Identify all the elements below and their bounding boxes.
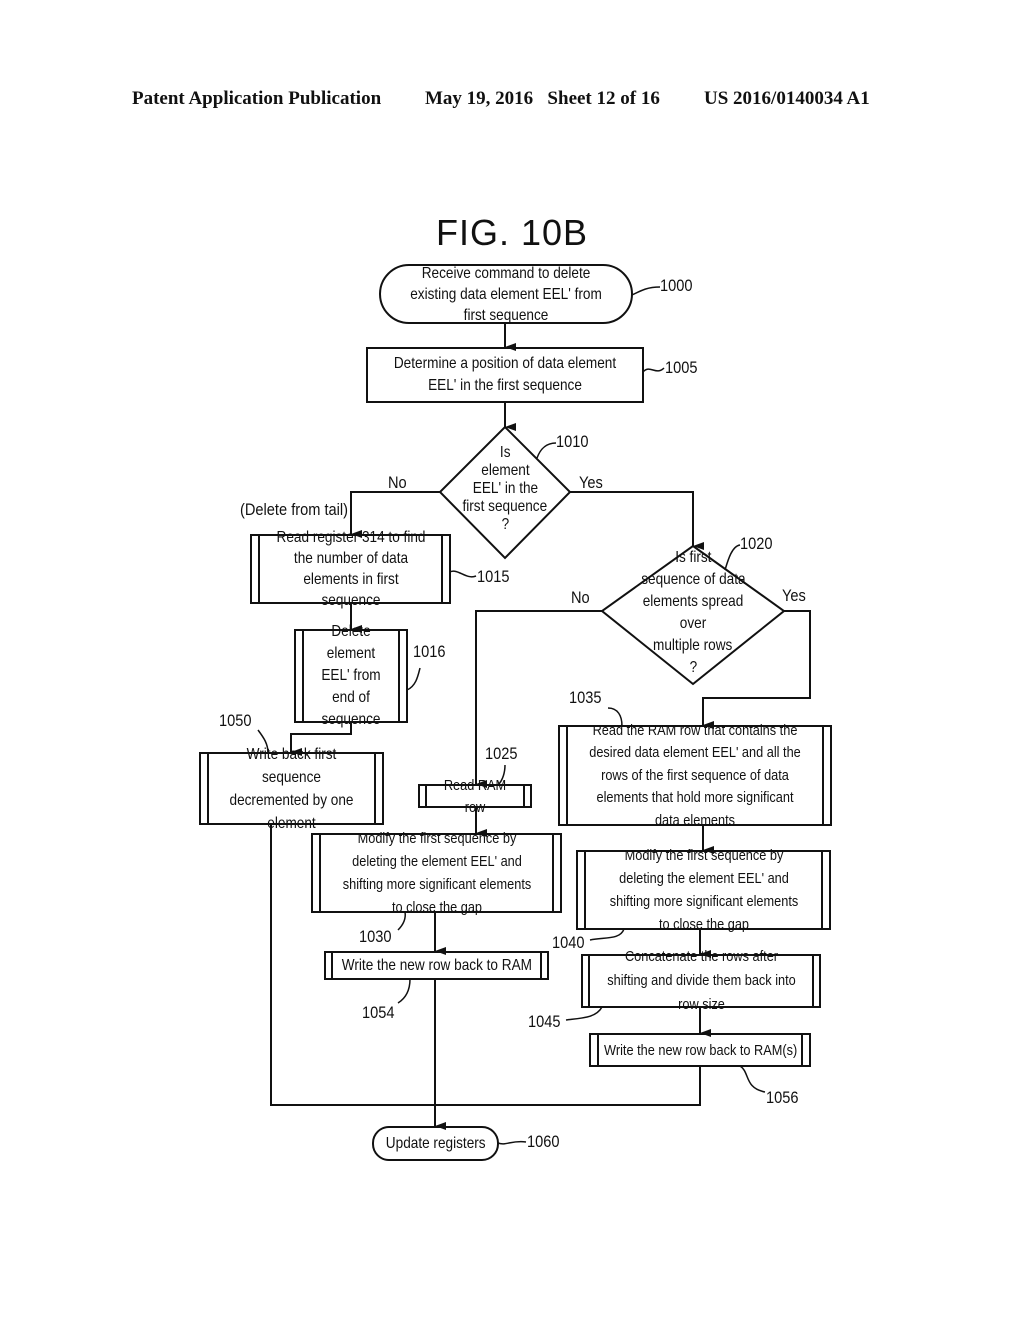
- leader-1005: [642, 367, 665, 373]
- node-1020-line-3: elements spread over: [642, 593, 744, 632]
- node-1010-decision: Is element EEL' in the first sequence ?: [449, 437, 561, 541]
- node-1020-decision: Is first sequence of data elements sprea…: [618, 549, 768, 676]
- node-1010-line-5: ?: [501, 516, 509, 533]
- node-1000-text: Receive command to delete existing data …: [410, 264, 602, 324]
- node-1020-line-2: sequence of data: [640, 571, 746, 588]
- edge-label-1020-yes: Yes: [782, 586, 806, 605]
- leader-1015: [449, 570, 477, 578]
- ref-1045: 1045: [528, 1012, 561, 1031]
- node-1045-text: Concatenate the rows after shifting and …: [607, 948, 796, 1013]
- leader-1000: [631, 286, 661, 296]
- node-1045-predefined: Concatenate the rows after shifting and …: [590, 948, 813, 1013]
- edge-1056-merge: [435, 1066, 701, 1106]
- node-1016-text: Delete element EEL' from end of sequence: [321, 623, 381, 728]
- node-1005-process: Determine a position of data element EEL…: [369, 350, 641, 400]
- node-1035-predefined: Read the RAM row that contains the desir…: [568, 722, 822, 829]
- edge-label-1020-no: No: [571, 588, 590, 607]
- ref-1060: 1060: [527, 1132, 560, 1151]
- ref-1020: 1020: [740, 534, 773, 553]
- node-1010-line-2: element: [480, 462, 530, 479]
- ref-1054: 1054: [362, 1003, 395, 1022]
- flowchart-lines: [199, 264, 832, 1161]
- node-1016-predefined: Delete element EEL' from end of sequence: [305, 623, 397, 728]
- node-1020-line-5: ?: [689, 659, 697, 676]
- node-1015-text: Read register 314 to find the number of …: [276, 529, 426, 609]
- node-1030-text: Modify the first sequence by deleting th…: [342, 830, 532, 916]
- node-1056-text: Write the new row back to RAM(s): [603, 1041, 798, 1059]
- ref-1010: 1010: [556, 432, 589, 451]
- node-1010-line-4: first sequence: [462, 498, 548, 515]
- node-1020-line-4: multiple rows: [653, 637, 733, 654]
- node-1000-terminal: Receive command to delete existing data …: [386, 265, 626, 324]
- leader-1060: [497, 1140, 527, 1145]
- node-1040-predefined: Modify the first sequence by deleting th…: [586, 847, 822, 933]
- ref-1040: 1040: [552, 933, 585, 952]
- edge-label-delete-from-tail: (Delete from tail): [240, 500, 349, 519]
- node-1020-line-1: Is first: [674, 549, 712, 566]
- node-1015-predefined: Read register 314 to find the number of …: [261, 529, 441, 609]
- ref-1000: 1000: [660, 276, 693, 295]
- ref-1050: 1050: [219, 711, 252, 730]
- node-1025-text: Read RAM row: [443, 776, 507, 816]
- ref-1035: 1035: [569, 688, 602, 707]
- node-1030-predefined: Modify the first sequence by deleting th…: [321, 830, 553, 916]
- node-1050-predefined: Write back first sequence decremented by…: [210, 746, 373, 832]
- node-1010-line-3: EEL' in the: [472, 480, 538, 497]
- ref-1015: 1015: [477, 567, 510, 586]
- node-1005-text: Determine a position of data element EEL…: [393, 355, 617, 394]
- node-1054-predefined: Write the new row back to RAM: [332, 953, 541, 979]
- leader-1045: [565, 1006, 603, 1021]
- node-1025-predefined: Read RAM row: [426, 777, 524, 816]
- node-1054-text: Write the new row back to RAM: [341, 957, 532, 974]
- ref-1030: 1030: [359, 927, 392, 946]
- node-1060-text: Update registers: [385, 1134, 486, 1152]
- node-1050-text: Write back first sequence decremented by…: [229, 746, 354, 832]
- leader-1016: [406, 667, 421, 691]
- node-1010-line-1: Is: [499, 444, 511, 461]
- ref-1016: 1016: [413, 642, 446, 661]
- node-1060-terminal: Update registers: [375, 1128, 496, 1159]
- node-1056-predefined: Write the new row back to RAM(s): [599, 1035, 802, 1066]
- edge-1010-yes: [570, 491, 704, 550]
- leader-1056: [739, 1065, 766, 1093]
- node-1035-text: Read the RAM row that contains the desir…: [589, 721, 801, 829]
- ref-1056: 1056: [766, 1088, 799, 1107]
- edge-label-1010-no: No: [388, 473, 407, 492]
- ref-1025: 1025: [485, 744, 518, 763]
- ref-1005: 1005: [665, 358, 698, 377]
- node-1040-text: Modify the first sequence by deleting th…: [609, 847, 799, 933]
- leader-1054: [397, 978, 411, 1004]
- edge-label-1010-yes: Yes: [579, 473, 603, 492]
